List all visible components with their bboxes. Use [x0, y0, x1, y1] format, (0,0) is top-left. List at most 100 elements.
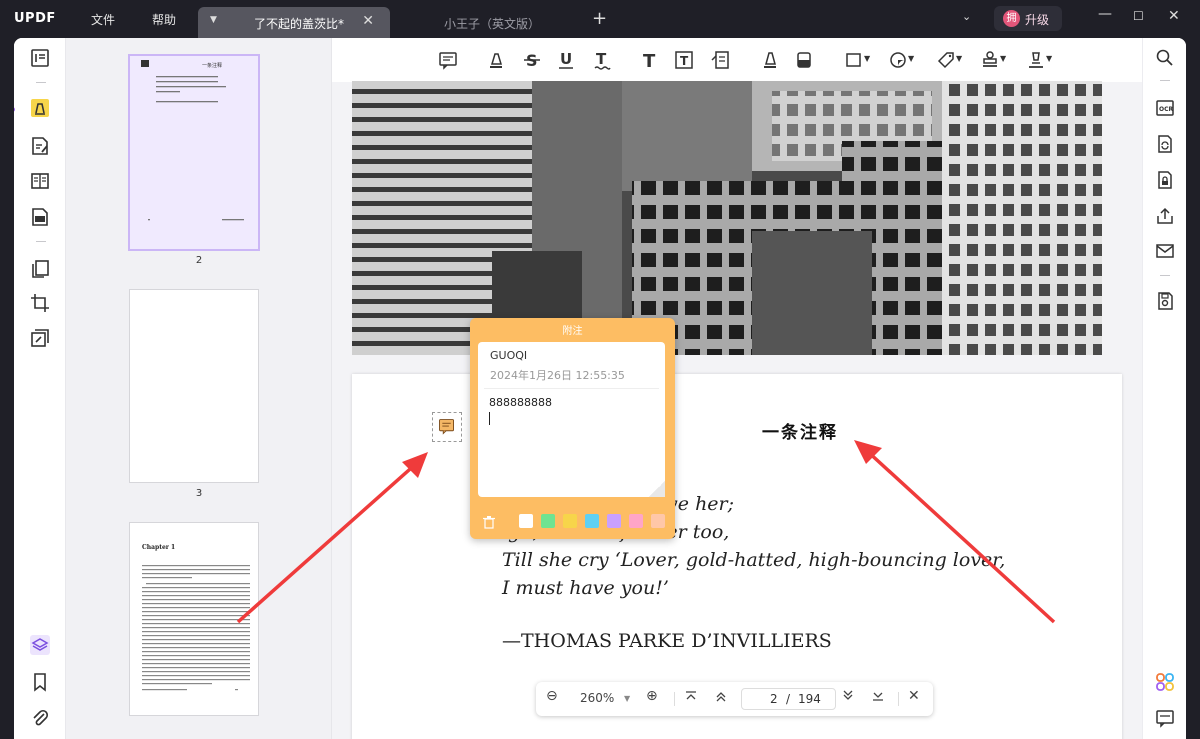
right-tool-sidebar: OCR: [1142, 38, 1186, 739]
shape-icon[interactable]: [844, 50, 864, 70]
previous-page-icon[interactable]: [714, 689, 728, 706]
page-number-field[interactable]: 2 / 194: [741, 688, 836, 710]
comment-mode-icon[interactable]: [30, 98, 50, 118]
sidebar-divider: [36, 82, 46, 83]
tag-dropdown-icon[interactable]: ▼: [956, 54, 966, 74]
poem-signature: —THOMAS PARKE D’INVILLIERS: [502, 630, 832, 652]
sticky-note-popup: 附注 GUOQI 2024年1月26日 12:55:35 888888888: [470, 318, 675, 539]
new-tab-icon[interactable]: +: [592, 8, 607, 29]
form-fill-icon[interactable]: [30, 207, 50, 227]
close-zoom-bar-icon[interactable]: ✕: [908, 688, 920, 704]
note-header: 附注: [562, 326, 583, 337]
comment-list-icon[interactable]: [1155, 708, 1175, 728]
sticky-note-icon[interactable]: [438, 50, 458, 70]
signature-dropdown-icon[interactable]: ▼: [1046, 54, 1056, 74]
reader-mode-icon[interactable]: [30, 48, 50, 68]
note-divider: [484, 388, 659, 389]
note-color-swatch[interactable]: [541, 514, 555, 528]
thumb-chapter-text: Chapter 1: [142, 544, 175, 551]
zoom-dropdown-icon[interactable]: ▼: [624, 694, 630, 703]
layers-icon[interactable]: [30, 635, 50, 655]
stamp-dropdown-icon[interactable]: ▼: [1000, 54, 1010, 74]
pencil-icon[interactable]: [760, 50, 780, 70]
upgrade-button[interactable]: 拥 升级: [994, 6, 1062, 31]
save-icon[interactable]: [1155, 291, 1175, 311]
email-icon[interactable]: [1155, 241, 1175, 261]
active-mode-indicator: [14, 107, 15, 112]
underline-icon[interactable]: U: [556, 50, 576, 70]
tab-active-document[interactable]: ▼ 了不起的盖茨比* ✕: [198, 7, 390, 38]
note-color-swatch[interactable]: [563, 514, 577, 528]
thumbnail-panel: 一条注释 2 3 Chapter 1: [66, 38, 332, 739]
upgrade-avatar-icon: 拥: [1003, 10, 1020, 27]
poem-line-4: I must have you!’: [502, 577, 669, 599]
menu-file[interactable]: 文件: [91, 11, 115, 28]
organize-pages-icon[interactable]: [30, 259, 50, 279]
upgrade-label: 升级: [1025, 13, 1050, 27]
search-icon[interactable]: [1155, 48, 1175, 68]
edit-pdf-icon[interactable]: [30, 136, 50, 156]
zoom-in-icon[interactable]: ⊕: [646, 688, 658, 704]
note-body: GUOQI 2024年1月26日 12:55:35 888888888: [478, 342, 665, 497]
squiggly-icon[interactable]: T: [592, 50, 612, 70]
text-comment-icon[interactable]: T: [640, 50, 660, 72]
maximize-icon[interactable]: ☐: [1133, 9, 1144, 23]
note-content-input[interactable]: 888888888: [489, 396, 552, 409]
share-icon[interactable]: [1155, 206, 1175, 226]
thumbnail-page-4[interactable]: Chapter 1: [130, 523, 258, 715]
attachment-icon[interactable]: [30, 708, 50, 728]
svg-text:T: T: [596, 50, 607, 68]
document-viewport[interactable]: S U T T T ▼ ▼ ▼ ▼ ▼ 一条注释 her; too, Till …: [332, 38, 1142, 739]
note-color-swatch[interactable]: [629, 514, 643, 528]
tag-icon[interactable]: [936, 50, 956, 70]
ocr-icon[interactable]: OCR: [1155, 98, 1175, 118]
sticker-icon[interactable]: [888, 50, 908, 70]
text-callout-icon[interactable]: [710, 50, 730, 70]
thumb-title-text: 一条注释: [202, 62, 222, 69]
tab-dropdown-icon[interactable]: ▼: [210, 15, 217, 25]
note-color-swatch[interactable]: [651, 514, 665, 528]
tab-title: 小王子（英文版）: [444, 17, 541, 31]
note-annotation-marker[interactable]: [432, 412, 462, 442]
note-color-swatch[interactable]: [585, 514, 599, 528]
current-page-input[interactable]: 2: [770, 692, 778, 706]
minimize-icon[interactable]: —: [1098, 6, 1112, 22]
page-layout-icon[interactable]: [30, 171, 50, 191]
stamp-icon[interactable]: [980, 50, 1000, 70]
zoom-bar-divider: [674, 692, 675, 706]
bookmark-icon[interactable]: [30, 672, 50, 692]
eraser-icon[interactable]: [794, 50, 814, 70]
thumbnail-page-2[interactable]: 一条注释: [130, 56, 258, 249]
tab-second-document[interactable]: 小王子（英文版）: [392, 7, 584, 38]
thumbnail-page-3[interactable]: [130, 290, 258, 482]
svg-text:U: U: [560, 50, 572, 68]
tab-close-icon[interactable]: ✕: [362, 13, 374, 29]
menu-help[interactable]: 帮助: [152, 11, 176, 28]
convert-icon[interactable]: [1155, 134, 1175, 154]
note-color-swatch[interactable]: [607, 514, 621, 528]
zoom-out-icon[interactable]: ⊖: [546, 688, 558, 704]
text-box-icon[interactable]: T: [674, 50, 694, 70]
protect-file-icon[interactable]: [1155, 170, 1175, 190]
note-color-swatch[interactable]: [519, 514, 533, 528]
total-pages: 194: [798, 692, 821, 706]
zoom-bar-divider: [898, 692, 899, 706]
shape-dropdown-icon[interactable]: ▼: [864, 54, 874, 74]
tab-list-chevron-icon[interactable]: ⌄: [962, 10, 971, 23]
delete-note-icon[interactable]: [483, 514, 495, 529]
sticker-dropdown-icon[interactable]: ▼: [908, 54, 918, 74]
protect-icon[interactable]: [30, 328, 50, 348]
page-separator: /: [786, 692, 791, 706]
window-close-icon[interactable]: ✕: [1168, 8, 1180, 24]
note-author: GUOQI: [490, 349, 528, 362]
highlight-icon[interactable]: [486, 50, 506, 70]
signature-icon[interactable]: [1026, 50, 1046, 70]
strikethrough-icon[interactable]: S: [522, 50, 542, 70]
crop-page-icon[interactable]: [30, 293, 50, 313]
zoom-level-select[interactable]: 260%: [580, 691, 614, 705]
last-page-icon[interactable]: [871, 689, 885, 706]
note-resize-handle[interactable]: [649, 481, 665, 497]
ai-assistant-icon[interactable]: [1155, 672, 1175, 692]
next-page-icon[interactable]: [841, 689, 855, 706]
first-page-icon[interactable]: [684, 689, 698, 706]
